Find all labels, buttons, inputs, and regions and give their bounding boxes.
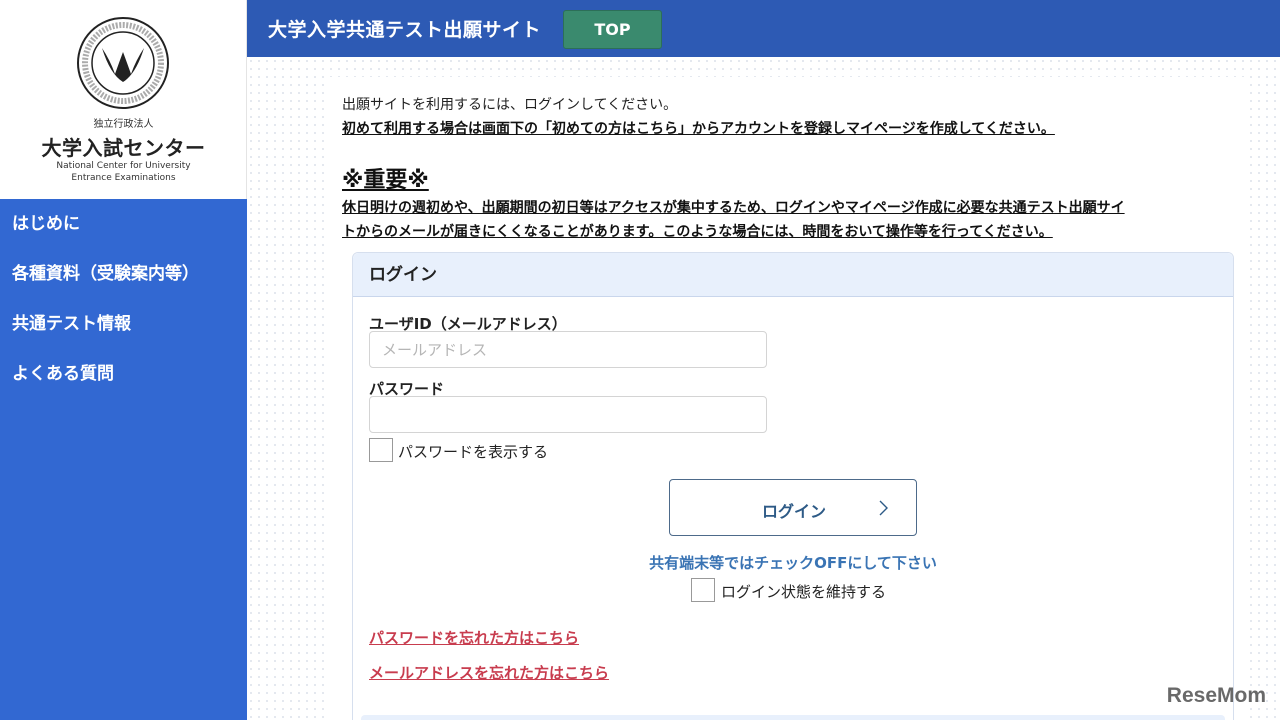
login-button[interactable]: ログイン	[669, 479, 917, 536]
content-panel: 出願サイトを利用するには、ログインしてください。 初めて利用する場合は画面下の「…	[327, 77, 1247, 720]
sidebar-item-test-info[interactable]: 共通テスト情報	[0, 299, 247, 349]
important-heading: ※重要※	[342, 168, 429, 193]
forgot-password-link[interactable]: パスワードを忘れた方はこちら	[369, 627, 579, 648]
keep-login-checkbox[interactable]	[691, 578, 715, 602]
main-area: 出願サイトを利用するには、ログインしてください。 初めて利用する場合は画面下の「…	[247, 57, 1280, 720]
sidebar: 独立行政法人 大学入試センター National Center for Univ…	[0, 0, 247, 720]
intro-first-time-text: 初めて利用する場合は画面下の「初めての方はこちら」からアカウントを登録しマイペー…	[342, 121, 1055, 137]
login-heading: ログイン	[353, 253, 1233, 297]
logo[interactable]: 独立行政法人 大学入試センター National Center for Univ…	[0, 0, 247, 199]
chevron-right-icon	[879, 500, 888, 516]
next-section-header	[361, 715, 1225, 720]
top-button[interactable]: TOP	[563, 10, 662, 49]
logo-org-type: 独立行政法人	[93, 119, 154, 130]
important-notice: 休日明けの週初めや、出願期間の初日等はアクセスが集中するため、ログインやマイペー…	[342, 196, 1242, 244]
watermark: ReseMom	[1166, 684, 1266, 707]
intro-text: 出願サイトを利用するには、ログインしてください。	[342, 97, 678, 113]
sidebar-item-introduction[interactable]: はじめに	[0, 199, 247, 249]
logo-org-name-en-line1: National Center for University	[56, 161, 191, 171]
important-notice-line1: 休日明けの週初めや、出願期間の初日等はアクセスが集中するため、ログインやマイペー…	[342, 200, 1125, 216]
keep-login-label: ログイン状態を維持する	[721, 583, 887, 601]
sidebar-nav: はじめに 各種資料（受験案内等） 共通テスト情報 よくある質問	[0, 199, 247, 399]
login-card: ログイン ユーザID（メールアドレス） パスワード パスワードを表示する ログイ…	[352, 252, 1234, 720]
logo-org-name-en: National Center for University Entrance …	[0, 160, 247, 184]
important-notice-line2: トからのメールが届きにくくなることがあります。このような場合には、時間をおいて操…	[342, 224, 1053, 240]
header: 大学入学共通テスト出願サイト TOP	[247, 0, 1280, 57]
password-input[interactable]	[369, 396, 767, 433]
site-title[interactable]: 大学入学共通テスト出願サイト	[268, 15, 541, 42]
sidebar-item-documents[interactable]: 各種資料（受験案内等）	[0, 249, 247, 299]
forgot-email-link[interactable]: メールアドレスを忘れた方はこちら	[369, 662, 609, 683]
logo-org-name: 大学入試センター	[41, 136, 206, 160]
shared-terminal-notice: 共有端末等ではチェックOFFにして下さい	[649, 554, 937, 572]
userid-input[interactable]	[369, 331, 767, 368]
sidebar-item-faq[interactable]: よくある質問	[0, 349, 247, 399]
logo-seal-icon	[77, 17, 169, 109]
logo-org-name-en-line2: Entrance Examinations	[71, 173, 176, 183]
show-password-label: パスワードを表示する	[398, 443, 549, 461]
show-password-checkbox[interactable]	[369, 438, 393, 462]
